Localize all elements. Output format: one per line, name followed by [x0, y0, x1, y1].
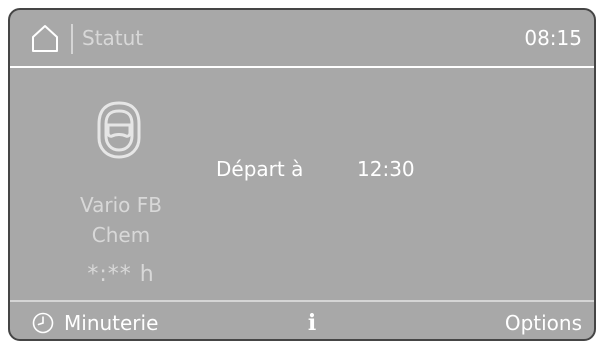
home-icon[interactable] — [30, 23, 60, 53]
footer-divider — [10, 300, 594, 302]
program-name-line1: Vario FB — [80, 193, 162, 217]
timer-label: Minuterie — [64, 311, 159, 335]
page-title: Statut — [82, 26, 144, 50]
clock-icon — [32, 312, 54, 334]
info-icon: i — [307, 310, 317, 336]
remaining-time: *:** h — [87, 262, 155, 287]
status-header: Statut 08:15 — [10, 10, 594, 68]
respirator-mask-icon — [97, 101, 141, 159]
display-screen: Statut 08:15 Vario FB Chem *:** h Départ… — [8, 8, 596, 341]
start-label: Départ à — [216, 157, 304, 181]
header-separator — [71, 24, 73, 54]
program-name-line2: Chem — [91, 223, 151, 247]
timer-button[interactable]: Minuterie — [32, 308, 158, 338]
device-frame: Statut 08:15 Vario FB Chem *:** h Départ… — [0, 0, 604, 349]
options-label: Options — [504, 311, 582, 335]
start-time-value: 12:30 — [357, 157, 415, 181]
info-button[interactable]: i — [300, 308, 324, 338]
clock-display: 08:15 — [524, 26, 582, 50]
options-button[interactable]: Options — [505, 308, 582, 338]
program-name: Vario FB Chem — [66, 190, 176, 250]
